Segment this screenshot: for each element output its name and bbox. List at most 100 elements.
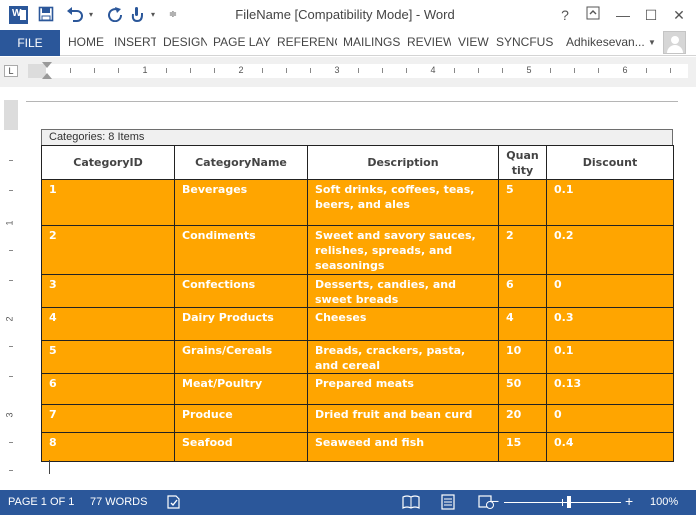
word-icon[interactable]: W (9, 6, 28, 24)
tab-syncfusion[interactable]: SYNCFUSI (496, 30, 554, 56)
table-cell[interactable]: 7 (41, 404, 175, 433)
print-layout-icon[interactable] (440, 494, 456, 513)
table-cell[interactable]: 4 (498, 307, 547, 341)
table-cell[interactable]: 10 (498, 340, 547, 374)
text-cursor (49, 460, 50, 474)
table-cell[interactable]: Condiments (174, 225, 308, 275)
table-cell[interactable]: 0.2 (546, 225, 674, 275)
table-cell[interactable]: 0.1 (546, 340, 674, 374)
tab-view[interactable]: VIEW (458, 30, 490, 56)
status-bar: PAGE 1 OF 1 77 WORDS − + 100% (0, 490, 696, 515)
table-cell[interactable]: 5 (498, 179, 547, 226)
table-cell[interactable]: Meat/Poultry (174, 373, 308, 405)
help-button[interactable]: ? (554, 4, 576, 26)
table-cell[interactable]: 20 (498, 404, 547, 433)
hanging-indent-marker[interactable] (42, 73, 52, 79)
table-cell[interactable]: Produce (174, 404, 308, 433)
user-avatar-icon[interactable] (663, 31, 686, 54)
table-cell[interactable]: 3 (41, 274, 175, 308)
minimize-button[interactable]: — (612, 4, 634, 26)
ruler-number: 2 (238, 65, 244, 75)
ruler-strip[interactable]: 1 2 3 4 5 6 (28, 64, 688, 78)
tab-references[interactable]: REFERENC (277, 30, 337, 56)
column-header[interactable]: Quan tity (498, 145, 547, 180)
table-cell[interactable]: 15 (498, 432, 547, 462)
zoom-level[interactable]: 100% (650, 496, 678, 508)
first-line-indent-marker[interactable] (42, 62, 52, 68)
table-cell[interactable]: 0.1 (546, 179, 674, 226)
undo-icon[interactable] (64, 6, 86, 24)
zoom-out-button[interactable]: − (491, 493, 499, 509)
table-cell[interactable]: 8 (41, 432, 175, 462)
tab-home[interactable]: HOME (68, 30, 106, 56)
table-cell[interactable]: Sweet and savory sauces, relishes, sprea… (307, 225, 499, 275)
tab-design[interactable]: DESIGN (163, 30, 207, 56)
touch-mode-icon[interactable] (128, 6, 146, 24)
touch-dropdown-icon[interactable]: ▾ (148, 6, 158, 24)
read-mode-icon[interactable] (402, 494, 420, 513)
table-cell[interactable]: Cheeses (307, 307, 499, 341)
table-row: 3 Confections Desserts, candies, and swe… (41, 274, 674, 308)
proofing-icon[interactable] (166, 494, 182, 513)
user-name[interactable]: Adhikesevan... (566, 30, 645, 56)
vertical-ruler[interactable]: 1 2 3 (4, 100, 18, 488)
window-title: FileName [Compatibility Mode] - Word (235, 7, 455, 22)
table-cell[interactable]: 50 (498, 373, 547, 405)
zoom-slider-thumb[interactable] (567, 496, 571, 508)
column-header[interactable]: Discount (546, 145, 674, 180)
table-cell[interactable]: 2 (498, 225, 547, 275)
table-row: 7 Produce Dried fruit and bean curd 20 0 (41, 404, 674, 433)
save-icon[interactable] (36, 6, 56, 24)
table-cell[interactable]: 0.13 (546, 373, 674, 405)
page-count[interactable]: PAGE 1 OF 1 (8, 496, 74, 508)
table-cell[interactable]: Breads, crackers, pasta, and cereal (307, 340, 499, 374)
ruler-number: 3 (334, 65, 340, 75)
tab-file[interactable]: FILE (0, 30, 60, 56)
tab-mailings[interactable]: MAILINGS (343, 30, 401, 56)
undo-dropdown-icon[interactable]: ▾ (86, 6, 96, 24)
page-top-boundary (26, 101, 678, 102)
table-cell[interactable]: Grains/Cereals (174, 340, 308, 374)
tab-page-layout[interactable]: PAGE LAY (213, 30, 271, 56)
zoom-in-button[interactable]: + (625, 493, 633, 509)
table-cell[interactable]: Prepared meats (307, 373, 499, 405)
table-cell[interactable]: 0 (546, 404, 674, 433)
table-cell[interactable]: Soft drinks, coffees, teas, beers, and a… (307, 179, 499, 226)
table-cell[interactable]: 0.3 (546, 307, 674, 341)
chevron-down-icon[interactable]: ▼ (648, 38, 656, 47)
table-cell[interactable]: 4 (41, 307, 175, 341)
redo-icon[interactable] (106, 6, 124, 24)
ruler-number: 5 (526, 65, 532, 75)
column-header[interactable]: CategoryID (41, 145, 175, 180)
word-count[interactable]: 77 WORDS (90, 496, 147, 508)
ruler-number: 6 (622, 65, 628, 75)
table-cell[interactable]: Beverages (174, 179, 308, 226)
table-cell[interactable]: 5 (41, 340, 175, 374)
column-header[interactable]: Description (307, 145, 499, 180)
maximize-button[interactable]: ☐ (640, 4, 662, 26)
table-row: 8 Seafood Seaweed and fish 15 0.4 (41, 432, 674, 462)
categories-table[interactable]: CategoryID CategoryName Description Quan… (41, 145, 674, 462)
tab-selector[interactable]: L (4, 65, 18, 77)
column-header[interactable]: CategoryName (174, 145, 308, 180)
table-cell[interactable]: Desserts, candies, and sweet breads (307, 274, 499, 308)
table-cell[interactable]: 1 (41, 179, 175, 226)
table-cell[interactable]: Seafood (174, 432, 308, 462)
table-cell[interactable]: Confections (174, 274, 308, 308)
table-cell[interactable]: Seaweed and fish (307, 432, 499, 462)
table-cell[interactable]: 0.4 (546, 432, 674, 462)
close-button[interactable]: ✕ (668, 4, 690, 26)
table-cell[interactable]: 6 (41, 373, 175, 405)
ribbon-display-icon[interactable] (582, 4, 604, 26)
table-cell[interactable]: Dairy Products (174, 307, 308, 341)
table-cell[interactable]: 0 (546, 274, 674, 308)
tab-review[interactable]: REVIEW (407, 30, 451, 56)
ruler-number: 4 (430, 65, 436, 75)
tab-insert[interactable]: INSERT (114, 30, 156, 56)
table-caption: Categories: 8 Items (41, 129, 673, 146)
table-cell[interactable]: 2 (41, 225, 175, 275)
customize-dropdown-icon[interactable]: ≑ (166, 6, 180, 24)
table-cell[interactable]: Dried fruit and bean curd (307, 404, 499, 433)
table-cell[interactable]: 6 (498, 274, 547, 308)
table-header-row: CategoryID CategoryName Description Quan… (41, 145, 674, 180)
